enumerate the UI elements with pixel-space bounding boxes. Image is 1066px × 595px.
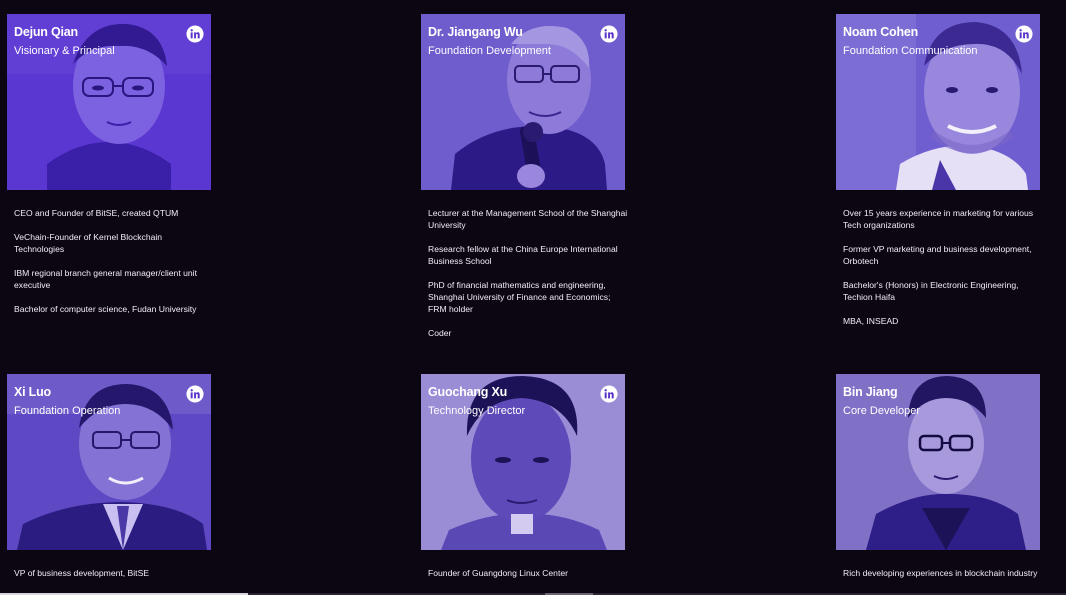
portrait-image	[421, 14, 625, 190]
member-role: Foundation Development	[428, 45, 551, 57]
portrait-photo: Xi Luo Foundation Operation	[7, 374, 211, 550]
bio-line: Coder	[428, 328, 452, 338]
team-card-dejun-qian: Dejun Qian Visionary & Principal CEO and…	[7, 14, 211, 327]
linkedin-icon[interactable]	[1015, 25, 1033, 43]
member-bio: CEO and Founder of BitSE, created QTUM V…	[14, 207, 214, 315]
portrait-photo: Dejun Qian Visionary & Principal	[7, 14, 211, 190]
team-page: Dejun Qian Visionary & Principal CEO and…	[0, 0, 1066, 595]
member-name: Noam Cohen	[843, 25, 919, 39]
linkedin-icon[interactable]	[186, 385, 204, 403]
portrait-photo: Bin Jiang Core Developer	[836, 374, 1040, 550]
bio-line: Over 15 years experience in marketing fo…	[843, 208, 1034, 230]
portrait-image	[421, 374, 625, 550]
member-role: Visionary & Principal	[14, 45, 115, 57]
bio-line: IBM regional branch general manager/clie…	[14, 268, 197, 290]
member-name: Xi Luo	[14, 385, 51, 399]
member-role: Core Developer	[843, 405, 921, 417]
member-role: Technology Director	[428, 405, 526, 417]
bio-line: Rich developing experiences in blockchai…	[843, 568, 1038, 578]
member-bio: Over 15 years experience in marketing fo…	[843, 207, 1043, 327]
bio-line: Research fellow at the China Europe Inte…	[428, 244, 618, 266]
bio-line: MBA, INSEAD	[843, 316, 899, 326]
member-role: Foundation Communication	[843, 45, 978, 57]
team-card-bin-jiang: Bin Jiang Core Developer Rich developing…	[836, 374, 1040, 591]
portrait-image	[836, 14, 1040, 190]
portrait-photo: Noam Cohen Foundation Communication	[836, 14, 1040, 190]
bio-line: Former VP marketing and business develop…	[843, 244, 1032, 266]
member-role: Foundation Operation	[14, 405, 121, 417]
bio-line: PhD of financial mathematics and enginee…	[428, 280, 611, 314]
bio-line: CEO and Founder of BitSE, created QTUM	[14, 208, 179, 218]
member-bio: VP of business development, BitSE	[14, 567, 214, 579]
member-name: Bin Jiang	[843, 385, 898, 399]
bio-line: VeChain-Founder of Kernel Blockchain Tec…	[14, 232, 163, 254]
bio-line: VP of business development, BitSE	[14, 568, 150, 578]
team-card-noam-cohen: Noam Cohen Foundation Communication Over…	[836, 14, 1040, 339]
portrait-image	[7, 374, 211, 550]
member-name: Dr. Jiangang Wu	[428, 25, 523, 39]
member-bio: Founder of Guangdong Linux Center	[428, 567, 628, 579]
portrait-photo: Guochang Xu Technology Director	[421, 374, 625, 550]
team-card-guochang-xu: Guochang Xu Technology Director Founder …	[421, 374, 625, 591]
bio-line: Founder of Guangdong Linux Center	[428, 568, 568, 578]
linkedin-icon[interactable]	[186, 25, 204, 43]
member-bio: Lecturer at the Management School of the…	[428, 207, 628, 339]
bio-line: Bachelor's (Honors) in Electronic Engine…	[843, 280, 1019, 302]
portrait-image	[836, 374, 1040, 550]
member-name: Dejun Qian	[14, 25, 78, 39]
bio-line: Bachelor of computer science, Fudan Univ…	[14, 304, 197, 314]
portrait-image	[7, 14, 211, 190]
bio-line: Lecturer at the Management School of the…	[428, 208, 628, 230]
linkedin-icon[interactable]	[600, 385, 618, 403]
portrait-photo: Dr. Jiangang Wu Foundation Development	[421, 14, 625, 190]
team-card-xi-luo: Xi Luo Foundation Operation VP of busine…	[7, 374, 211, 591]
team-card-jiangang-wu: Dr. Jiangang Wu Foundation Development L…	[421, 14, 628, 351]
member-name: Guochang Xu	[428, 385, 508, 399]
member-bio: Rich developing experiences in blockchai…	[843, 567, 1043, 579]
linkedin-icon[interactable]	[600, 25, 618, 43]
